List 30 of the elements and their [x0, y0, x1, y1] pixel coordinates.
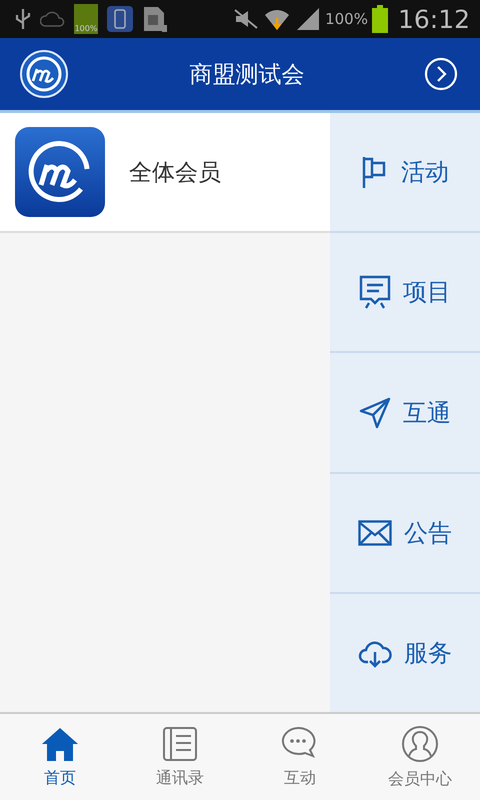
sim-card-icon — [142, 5, 168, 33]
battery-percent: 100% — [325, 10, 368, 28]
tab[interactable]: 互动 — [240, 714, 360, 800]
tab[interactable]: 会员中心 — [360, 714, 480, 800]
member-group-item[interactable]: 全体会员 — [0, 113, 330, 233]
chevron-right-icon[interactable] — [424, 57, 458, 91]
presentation-board-icon — [359, 275, 391, 310]
signal-icon — [295, 7, 322, 31]
tab[interactable]: 通讯录 — [120, 714, 240, 800]
cloud-icon — [40, 9, 66, 29]
phone-icon — [106, 5, 134, 33]
header-title: 商盟测试会 — [190, 60, 304, 90]
side-menu-item[interactable]: 公告 — [330, 474, 480, 594]
send-icon — [359, 396, 391, 428]
user-avatar-icon — [401, 724, 439, 762]
book-icon — [162, 726, 198, 762]
home-icon — [41, 726, 79, 762]
battery-label: 100% — [74, 24, 98, 34]
clock: 16:12 — [398, 4, 470, 34]
side-menu-item[interactable]: 互通 — [330, 353, 480, 474]
usb-icon — [14, 7, 32, 31]
tab[interactable]: 首页 — [0, 714, 120, 800]
app-logo-icon — [15, 127, 105, 217]
mail-icon — [358, 520, 392, 546]
side-menu-item[interactable]: 项目 — [330, 233, 480, 354]
battery-icon — [372, 5, 388, 33]
mute-icon — [233, 8, 260, 30]
logo-icon — [18, 48, 70, 100]
side-menu-item[interactable]: 服务 — [330, 594, 480, 712]
side-menu-item[interactable]: 活动 — [330, 113, 480, 234]
